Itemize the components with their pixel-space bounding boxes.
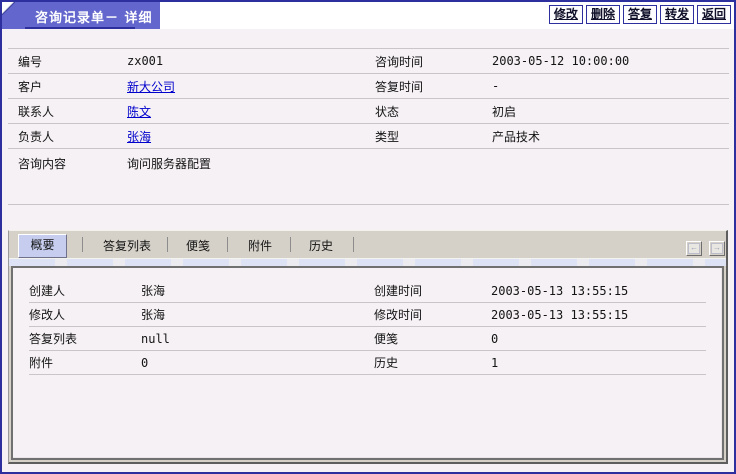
field-label: 历史	[374, 354, 491, 371]
field-value-reply-time: -	[492, 79, 729, 93]
detail-form: 编号 zx001 咨询时间 2003-05-12 10:00:00 客户 新大公…	[8, 48, 729, 205]
field-value-history-count: 1	[491, 356, 706, 370]
header-bar: 咨询记录单－ 详细 修改 删除 答复 转发 返回	[2, 2, 734, 29]
field-label: 咨询内容	[18, 155, 127, 172]
toolbar: 修改 删除 答复 转发 返回	[549, 5, 731, 24]
summary-panel: 创建人 张海 创建时间 2003-05-13 13:55:15 修改人 张海 修…	[11, 266, 724, 460]
field-value-attachments-count: 0	[141, 356, 374, 370]
field-value-modified-time: 2003-05-13 13:55:15	[491, 308, 706, 322]
field-label: 修改时间	[374, 306, 491, 323]
field-label: 客户	[18, 78, 127, 95]
field-label: 联系人	[18, 103, 127, 120]
owner-cell: 张海	[127, 128, 375, 145]
forward-button[interactable]: 转发	[660, 5, 694, 24]
folded-corner-icon	[2, 2, 15, 15]
field-label: 类型	[375, 128, 492, 145]
tab-attachments[interactable]: 附件	[248, 237, 272, 254]
form-row-owner: 负责人 张海 类型 产品技术	[8, 123, 729, 148]
tab-divider	[167, 237, 168, 252]
owner-link[interactable]: 张海	[127, 130, 151, 144]
title-block: 咨询记录单－ 详细	[2, 2, 160, 29]
field-label: 编号	[18, 53, 127, 70]
page-title: 咨询记录单－ 详细	[35, 7, 153, 26]
modify-button[interactable]: 修改	[549, 5, 583, 24]
tab-scroll-left-button[interactable]: ←	[686, 241, 702, 256]
field-value-number: zx001	[127, 54, 375, 68]
field-value-status: 初启	[492, 103, 729, 120]
field-value-modifier: 张海	[141, 306, 374, 323]
tab-summary[interactable]: 概要	[18, 234, 67, 258]
tab-bar: 概要 答复列表 便笺 附件 历史 ← →	[9, 231, 726, 258]
customer-cell: 新大公司	[127, 78, 375, 95]
tab-divider	[290, 237, 291, 252]
field-label: 修改人	[29, 306, 141, 323]
form-row-content: 咨询内容 询问服务器配置	[8, 148, 729, 205]
field-label: 附件	[29, 354, 141, 371]
tab-strip-decoration	[9, 258, 726, 266]
tab-scroll-right-button[interactable]: →	[709, 241, 725, 256]
field-value-consult-time: 2003-05-12 10:00:00	[492, 54, 729, 68]
field-value-creator: 张海	[141, 282, 374, 299]
detail-tab-widget: 概要 答复列表 便笺 附件 历史 ← → 创建人 张海 创建	[8, 230, 728, 464]
tab-divider	[82, 237, 83, 252]
field-value-type: 产品技术	[492, 128, 729, 145]
field-label: 咨询时间	[375, 53, 492, 70]
back-button[interactable]: 返回	[697, 5, 731, 24]
field-label: 答复列表	[29, 330, 141, 347]
tab-reply-list[interactable]: 答复列表	[103, 237, 151, 254]
customer-link[interactable]: 新大公司	[127, 80, 175, 94]
summary-row-attachments: 附件 0 历史 1	[29, 351, 706, 375]
field-label: 创建时间	[374, 282, 491, 299]
summary-row-modifier: 修改人 张海 修改时间 2003-05-13 13:55:15	[29, 303, 706, 327]
field-value-content: 询问服务器配置	[127, 155, 729, 172]
tab-divider	[227, 237, 228, 252]
summary-table: 创建人 张海 创建时间 2003-05-13 13:55:15 修改人 张海 修…	[29, 279, 706, 375]
contact-cell: 陈文	[127, 103, 375, 120]
reply-button[interactable]: 答复	[623, 5, 657, 24]
tab-divider	[353, 237, 354, 252]
field-value-reply-list: null	[141, 332, 374, 346]
title-underline	[25, 27, 135, 29]
summary-row-creator: 创建人 张海 创建时间 2003-05-13 13:55:15	[29, 279, 706, 303]
contact-link[interactable]: 陈文	[127, 105, 151, 119]
arrow-left-icon: ←	[688, 243, 700, 254]
field-label: 状态	[375, 103, 492, 120]
field-label: 创建人	[29, 282, 141, 299]
delete-button[interactable]: 删除	[586, 5, 620, 24]
form-row-contact: 联系人 陈文 状态 初启	[8, 98, 729, 123]
tab-notes[interactable]: 便笺	[186, 237, 210, 254]
consultation-record-window: 咨询记录单－ 详细 修改 删除 答复 转发 返回 编号 zx001 咨询时间 2…	[0, 0, 736, 474]
summary-row-replies: 答复列表 null 便笺 0	[29, 327, 706, 351]
field-label: 答复时间	[375, 78, 492, 95]
arrow-right-icon: →	[711, 243, 723, 254]
form-row-customer: 客户 新大公司 答复时间 -	[8, 73, 729, 98]
tab-history[interactable]: 历史	[309, 237, 333, 254]
field-label: 负责人	[18, 128, 127, 145]
field-value-notes-count: 0	[491, 332, 706, 346]
form-row-number: 编号 zx001 咨询时间 2003-05-12 10:00:00	[8, 48, 729, 73]
field-label: 便笺	[374, 330, 491, 347]
field-value-created-time: 2003-05-13 13:55:15	[491, 284, 706, 298]
